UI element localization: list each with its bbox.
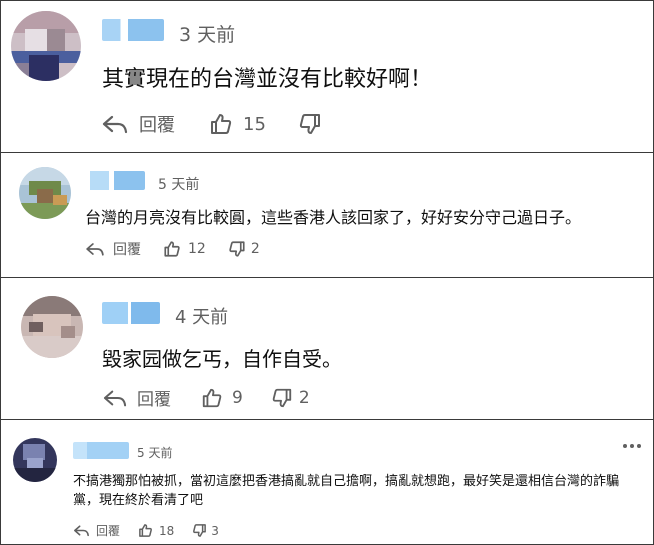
reply-arrow-icon (102, 387, 128, 409)
comment-text: 其實現在的台灣並沒有比較好啊！ (102, 67, 433, 92)
comment-timestamp[interactable]: 5 天前 (137, 444, 172, 461)
dislike-button[interactable] (298, 112, 322, 136)
thumbs-up-icon (209, 112, 233, 136)
thumbs-up-icon (201, 387, 223, 409)
comment-actions: 回覆 15 (101, 111, 322, 137)
dislike-count: 2 (250, 241, 260, 257)
reply-button[interactable]: 回覆 (101, 111, 175, 137)
redacted-username[interactable] (73, 442, 129, 459)
comment-card: 5 天前 不搞港獨那怕被抓，當初這麼把香港搞亂就自己擔啊，搞亂就想跑，最好笑是還… (0, 419, 654, 545)
like-button[interactable]: 18 (138, 523, 174, 538)
comment-timestamp[interactable]: 3 天前 (179, 20, 235, 47)
avatar[interactable] (13, 438, 57, 482)
more-dots-icon[interactable] (623, 444, 641, 448)
like-button[interactable]: 9 (201, 387, 243, 409)
comment-text: 台灣的月亮沒有比較圓，這些香港人該回家了，好好安分守己過日子。 (85, 208, 582, 227)
redacted-username[interactable] (85, 171, 145, 190)
like-count: 12 (188, 241, 206, 257)
dislike-button[interactable]: 3 (192, 523, 219, 538)
like-button[interactable]: 12 (163, 240, 206, 258)
comment-actions: 回覆 9 2 (102, 385, 310, 410)
dislike-button[interactable]: 2 (228, 240, 260, 258)
comment-actions: 回覆 18 3 (73, 522, 219, 539)
dislike-count: 2 (298, 387, 310, 408)
comment-card: 4 天前 毀家园做乞丐，自作自受。 回覆 9 2 (0, 277, 654, 420)
reply-button[interactable]: 回覆 (85, 239, 141, 259)
thumbs-up-icon (138, 523, 153, 538)
like-count: 15 (243, 113, 266, 135)
redacted-username[interactable] (102, 302, 160, 324)
redacted-username[interactable] (102, 19, 164, 41)
reply-arrow-icon (101, 112, 129, 136)
reply-button[interactable]: 回覆 (73, 522, 120, 539)
comment-text: 不搞港獨那怕被抓，當初這麼把香港搞亂就自己擔啊，搞亂就想跑，最好笑是還相信台灣的… (73, 474, 620, 508)
avatar[interactable] (21, 296, 83, 358)
like-count: 9 (232, 387, 243, 408)
comment-actions: 回覆 12 2 (85, 239, 260, 259)
avatar[interactable] (19, 167, 71, 219)
thumbs-down-icon (228, 240, 246, 258)
reply-label: 回覆 (137, 390, 171, 410)
thumbs-down-icon (192, 523, 207, 538)
reply-arrow-icon (85, 240, 105, 258)
comment-timestamp[interactable]: 5 天前 (158, 174, 199, 194)
thumbs-down-icon (298, 112, 322, 136)
comment-text: 毀家园做乞丐，自作自受。 (102, 347, 342, 371)
like-button[interactable]: 15 (209, 112, 266, 136)
reply-label: 回覆 (113, 242, 141, 258)
thumbs-up-icon (163, 240, 181, 258)
comment-card: 5 天前 台灣的月亮沒有比較圓，這些香港人該回家了，好好安分守己過日子。 回覆 … (0, 152, 654, 278)
dislike-button[interactable]: 2 (271, 387, 310, 409)
avatar[interactable] (11, 11, 81, 81)
dislike-count: 3 (211, 523, 219, 538)
comment-timestamp[interactable]: 4 天前 (175, 303, 228, 329)
like-count: 18 (159, 523, 175, 538)
reply-label: 回覆 (96, 524, 121, 538)
reply-arrow-icon (73, 523, 90, 538)
comment-card: 3 天前 其實現在的台灣並沒有比較好啊！ 回覆 15 (0, 0, 654, 153)
thumbs-down-icon (271, 387, 293, 409)
reply-label: 回覆 (139, 115, 175, 136)
reply-button[interactable]: 回覆 (102, 385, 171, 410)
